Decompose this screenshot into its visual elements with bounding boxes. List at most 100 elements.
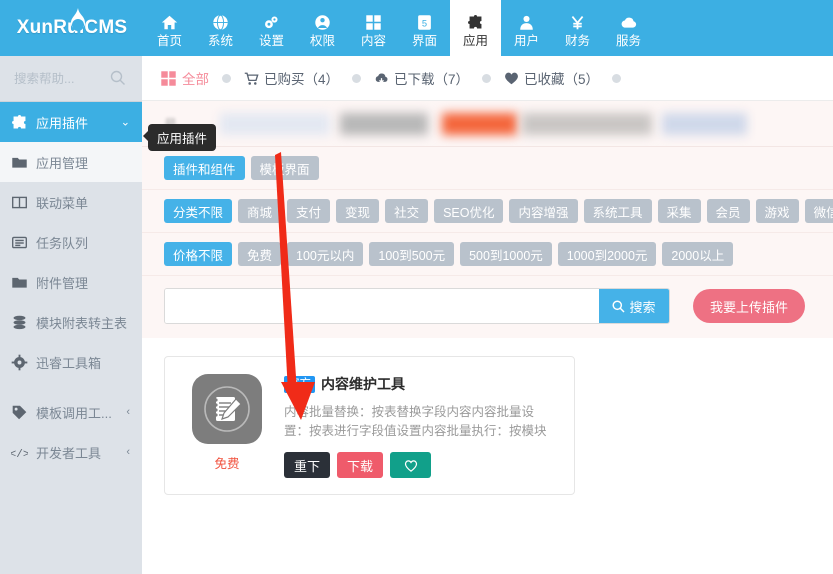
search-icon [612,299,626,313]
top-nav-item-label: 权限 [309,33,335,48]
chevron-icon: ‹ [126,406,130,418]
help-search-box[interactable] [0,56,142,102]
app-card[interactable]: 免费 官方 内容维护工具 内容批量替换：按表替换字段内容内容批量设置：按表进行字… [164,356,575,495]
filter-tag-商城[interactable]: 商城 [238,199,282,223]
notepad-pencil-icon [192,374,262,444]
top-nav-item-用户[interactable]: 用户 [501,0,552,56]
sidebar-item-应用管理[interactable]: 应用管理 [0,142,142,182]
tag-icon [11,404,31,421]
sidebar-item-label: 模块附表转主表 [36,315,128,331]
sidebar-item-label: 迅睿工具箱 [36,355,102,371]
filter-tag-采集[interactable]: 采集 [657,199,701,223]
filter-tag-社交[interactable]: 社交 [385,199,429,223]
top-nav-item-界面[interactable]: 5 界面 [399,0,450,56]
filter-tag-免费[interactable]: 免费 [238,242,282,266]
app-card-buttons: 重下 下载 [284,452,556,478]
filter-tag-支付[interactable]: 支付 [287,199,331,223]
sidebar-item-label: 模板调用工... [36,405,112,421]
filter-tag-会员[interactable]: 会员 [706,199,750,223]
tab-separator-dot [352,73,362,83]
search-button-label: 搜索 [629,299,656,315]
sidebar-item-联动菜单[interactable]: 联动菜单 [0,182,142,222]
filter-tag-系统工具[interactable]: 系统工具 [583,199,652,223]
cloud-download-icon [374,71,389,86]
search-button[interactable]: 搜索 [599,289,669,323]
search-input[interactable] [165,289,599,323]
tab-已收藏[interactable]: 已收藏（5） [504,68,599,88]
tab-label: 已购买（4） [264,72,340,87]
sidebar: 应用插件 ⌄ 应用管理联动菜单任务队列附件管理模块附表转主表迅睿工具箱模板调用工..… [0,56,150,574]
filter-tag-2000以上[interactable]: 2000以上 [662,242,734,266]
help-search-input[interactable] [12,70,112,87]
top-nav-item-label: 服务 [615,33,641,48]
grid-icon [160,70,177,87]
chevron-icon: ‹ [126,446,130,458]
tab-已下载[interactable]: 已下载（7） [374,68,469,88]
sidebar-item-任务队列[interactable]: 任务队列 [0,222,142,262]
top-nav-item-服务[interactable]: 服务 [603,0,654,56]
grid-icon [365,13,382,32]
filter-tag-插件和组件[interactable]: 插件和组件 [164,156,245,180]
filter-tag-100元以内[interactable]: 100元以内 [287,242,364,266]
puzzle-icon [11,114,31,131]
filter-tag-SEO优化[interactable]: SEO优化 [434,199,504,223]
official-badge: 官方 [284,375,315,393]
download-button[interactable]: 下载 [337,452,384,478]
gears-icon [263,13,280,32]
top-nav-item-权限[interactable]: 权限 [297,0,348,56]
tab-已购买[interactable]: 已购买（4） [244,68,339,88]
database-icon [11,314,31,331]
list-icon [11,234,31,251]
filter-tag-模板界面[interactable]: 模板界面 [250,156,319,180]
upload-plugin-button[interactable]: 我要上传插件 [693,289,806,323]
top-nav-item-系统[interactable]: 系统 [195,0,246,56]
top-nav-item-财务[interactable]: 财务 [552,0,603,56]
redownload-button[interactable]: 重下 [284,452,331,478]
top-nav-item-内容[interactable]: 内容 [348,0,399,56]
top-nav-item-设置[interactable]: 设置 [246,0,297,56]
sidebar-tooltip: 应用插件 [142,124,217,151]
tab-label: 已下载（7） [394,72,470,87]
sidebar-item-模板调用工[interactable]: 模板调用工... ‹ [0,392,142,432]
filter-tag-变现[interactable]: 变现 [336,199,380,223]
sidebar-item-附件管理[interactable]: 附件管理 [0,262,142,302]
filter-tag-内容增强[interactable]: 内容增强 [509,199,578,223]
filter-tag-1000到2000元[interactable]: 1000到2000元 [557,242,657,266]
puzzle-icon [467,13,484,32]
filter-tag-微信[interactable]: 微信 [804,199,833,223]
top-nav-item-label: 财务 [564,33,590,48]
top-nav-item-label: 用户 [513,33,539,48]
top-nav-item-label: 系统 [207,33,233,48]
sidebar-item-label: 附件管理 [36,275,89,291]
filter-tag-500到1000元[interactable]: 500到1000元 [460,242,552,266]
top-nav-item-首页[interactable]: 首页 [144,0,195,56]
top-navigation-bar: XunRuiCMS 首页 系统 设置 权限 内容 5 界面 应用 用户 财务 服务 [0,0,833,56]
search-row: 搜索 我要上传插件 [142,276,833,338]
search-box[interactable]: 搜索 [164,288,670,324]
filter-tag-分类不限[interactable]: 分类不限 [164,199,233,223]
top-nav-item-label: 设置 [258,33,284,48]
app-description: 内容批量替换：按表替换字段内容内容批量设置：按表进行字段值设置内容批量执行：按模… [284,405,547,438]
top-nav-items: 首页 系统 设置 权限 内容 5 界面 应用 用户 财务 服务 [144,0,654,56]
filter-tag-100到500元[interactable]: 100到500元 [369,242,455,266]
tab-全部[interactable]: 全部 [160,68,209,88]
tab-label: 全部 [182,72,209,87]
app-price: 免费 [214,457,240,471]
folder-icon [11,274,31,291]
sidebar-item-开发者工具[interactable]: </> 开发者工具 ‹ [0,432,142,472]
user-circle-icon [314,13,331,32]
cloud-icon [620,13,637,32]
filter-tag-价格不限[interactable]: 价格不限 [164,242,233,266]
favorite-button[interactable] [390,452,432,478]
filter-tag-游戏[interactable]: 游戏 [755,199,799,223]
sidebar-item-应用插件[interactable]: 应用插件 ⌄ [0,102,150,142]
app-card-right: 官方 内容维护工具 内容批量替换：按表替换字段内容内容批量设置：按表进行字段值设… [284,374,556,478]
sidebar-item-label: 联动菜单 [36,195,89,211]
person-icon [518,13,535,32]
main-content: 全部 已购买（4） 已下载（7） 已收藏（5） 号 插件和组件模板界面 分类不限商城支… [142,56,833,574]
sidebar-item-迅睿工具箱[interactable]: 迅睿工具箱 [0,342,142,382]
top-nav-item-应用[interactable]: 应用 [450,0,501,56]
app-card-title-row: 官方 内容维护工具 [284,374,556,394]
brand-logo[interactable]: XunRuiCMS [0,0,140,56]
sidebar-item-模块附表转主表[interactable]: 模块附表转主表 [0,302,142,342]
